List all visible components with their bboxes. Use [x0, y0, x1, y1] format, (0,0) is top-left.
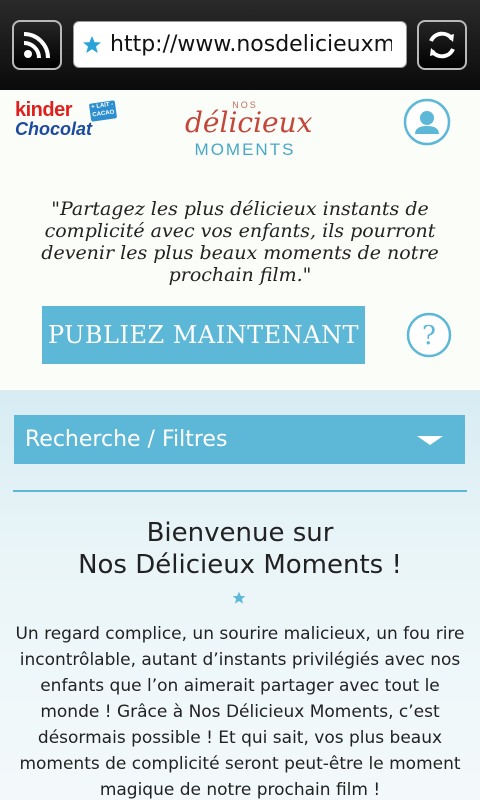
help-label: ?	[422, 321, 436, 351]
rss-feed-button[interactable]	[12, 20, 62, 70]
search-filter-dropdown[interactable]: Recherche / Filtres	[14, 415, 465, 464]
chocolat-wordmark: Chocolat	[15, 119, 93, 139]
lait-cacao-badge: + LAIT - CACAO	[88, 100, 118, 122]
nos-delicieux-moments-logo[interactable]: NOS délicieux MOMENTS	[185, 100, 313, 160]
welcome-line-1: Bienvenue sur	[146, 518, 334, 548]
star-icon	[83, 35, 101, 53]
url-text: http://www.nosdelicieuxm...	[110, 32, 392, 57]
kinder-logo[interactable]: kinder Chocolat + LAIT - CACAO	[15, 99, 118, 139]
welcome-heading: Bienvenue sur Nos Délicieux Moments !	[0, 517, 480, 581]
logo-delicieux: délicieux	[185, 106, 313, 139]
browser-toolbar: http://www.nosdelicieuxm...	[0, 0, 480, 90]
rss-icon	[23, 32, 50, 59]
refresh-icon	[429, 31, 455, 59]
logo-moments: MOMENTS	[194, 140, 296, 159]
kinder-wordmark: kinder	[15, 99, 73, 121]
star-icon	[232, 591, 246, 604]
user-profile-icon[interactable]	[403, 98, 451, 146]
filter-label: Recherche / Filtres	[25, 427, 228, 452]
chevron-down-icon	[417, 436, 443, 445]
welcome-description: Un regard complice, un sourire malicieux…	[15, 624, 465, 800]
welcome-line-2: Nos Délicieux Moments !	[78, 550, 402, 580]
section-divider	[13, 490, 467, 492]
help-icon[interactable]: ?	[405, 311, 453, 359]
refresh-button[interactable]	[417, 20, 467, 70]
url-bar[interactable]: http://www.nosdelicieuxm...	[73, 21, 407, 68]
site-header: kinder Chocolat + LAIT - CACAO NOS délic…	[0, 90, 480, 391]
tagline-quote: "Partagez les plus délicieux instants de…	[41, 198, 439, 286]
publish-now-button[interactable]: PUBLIEZ MAINTENANT	[42, 306, 365, 364]
main-content: Recherche / Filtres Bienvenue sur Nos Dé…	[0, 391, 480, 800]
